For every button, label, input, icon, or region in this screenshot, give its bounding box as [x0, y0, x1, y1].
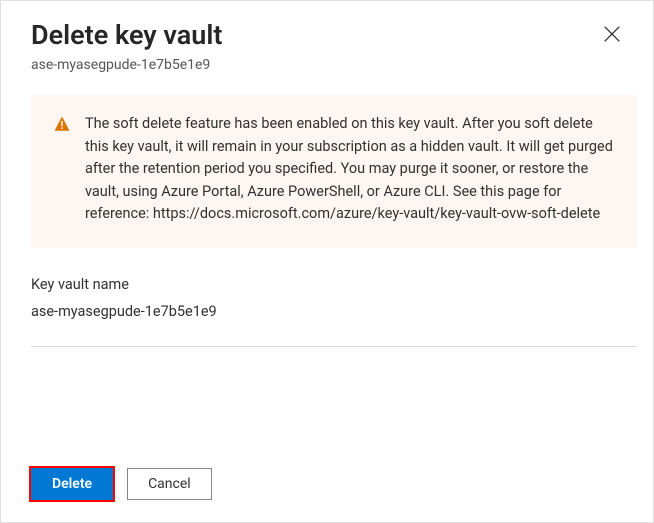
- warning-text: The soft delete feature has been enabled…: [85, 113, 615, 225]
- panel-subtitle: ase-myasegpude-1e7b5e1e9: [31, 57, 623, 73]
- footer: Delete Cancel: [1, 448, 653, 522]
- divider: [31, 346, 637, 347]
- delete-button[interactable]: Delete: [31, 468, 113, 500]
- key-vault-name-value: ase-myasegpude-1e7b5e1e9: [31, 303, 637, 320]
- close-icon: [601, 23, 623, 45]
- warning-icon: [53, 115, 71, 133]
- delete-key-vault-panel: Delete key vault ase-myasegpude-1e7b5e1e…: [1, 1, 653, 522]
- cancel-button[interactable]: Cancel: [127, 468, 212, 500]
- panel-header: Delete key vault ase-myasegpude-1e7b5e1e…: [1, 1, 653, 85]
- close-button[interactable]: [601, 23, 623, 45]
- scroll-area[interactable]: The soft delete feature has been enabled…: [1, 85, 653, 448]
- panel-title: Delete key vault: [31, 19, 623, 51]
- warning-box: The soft delete feature has been enabled…: [31, 95, 637, 247]
- key-vault-name-label: Key vault name: [31, 276, 637, 293]
